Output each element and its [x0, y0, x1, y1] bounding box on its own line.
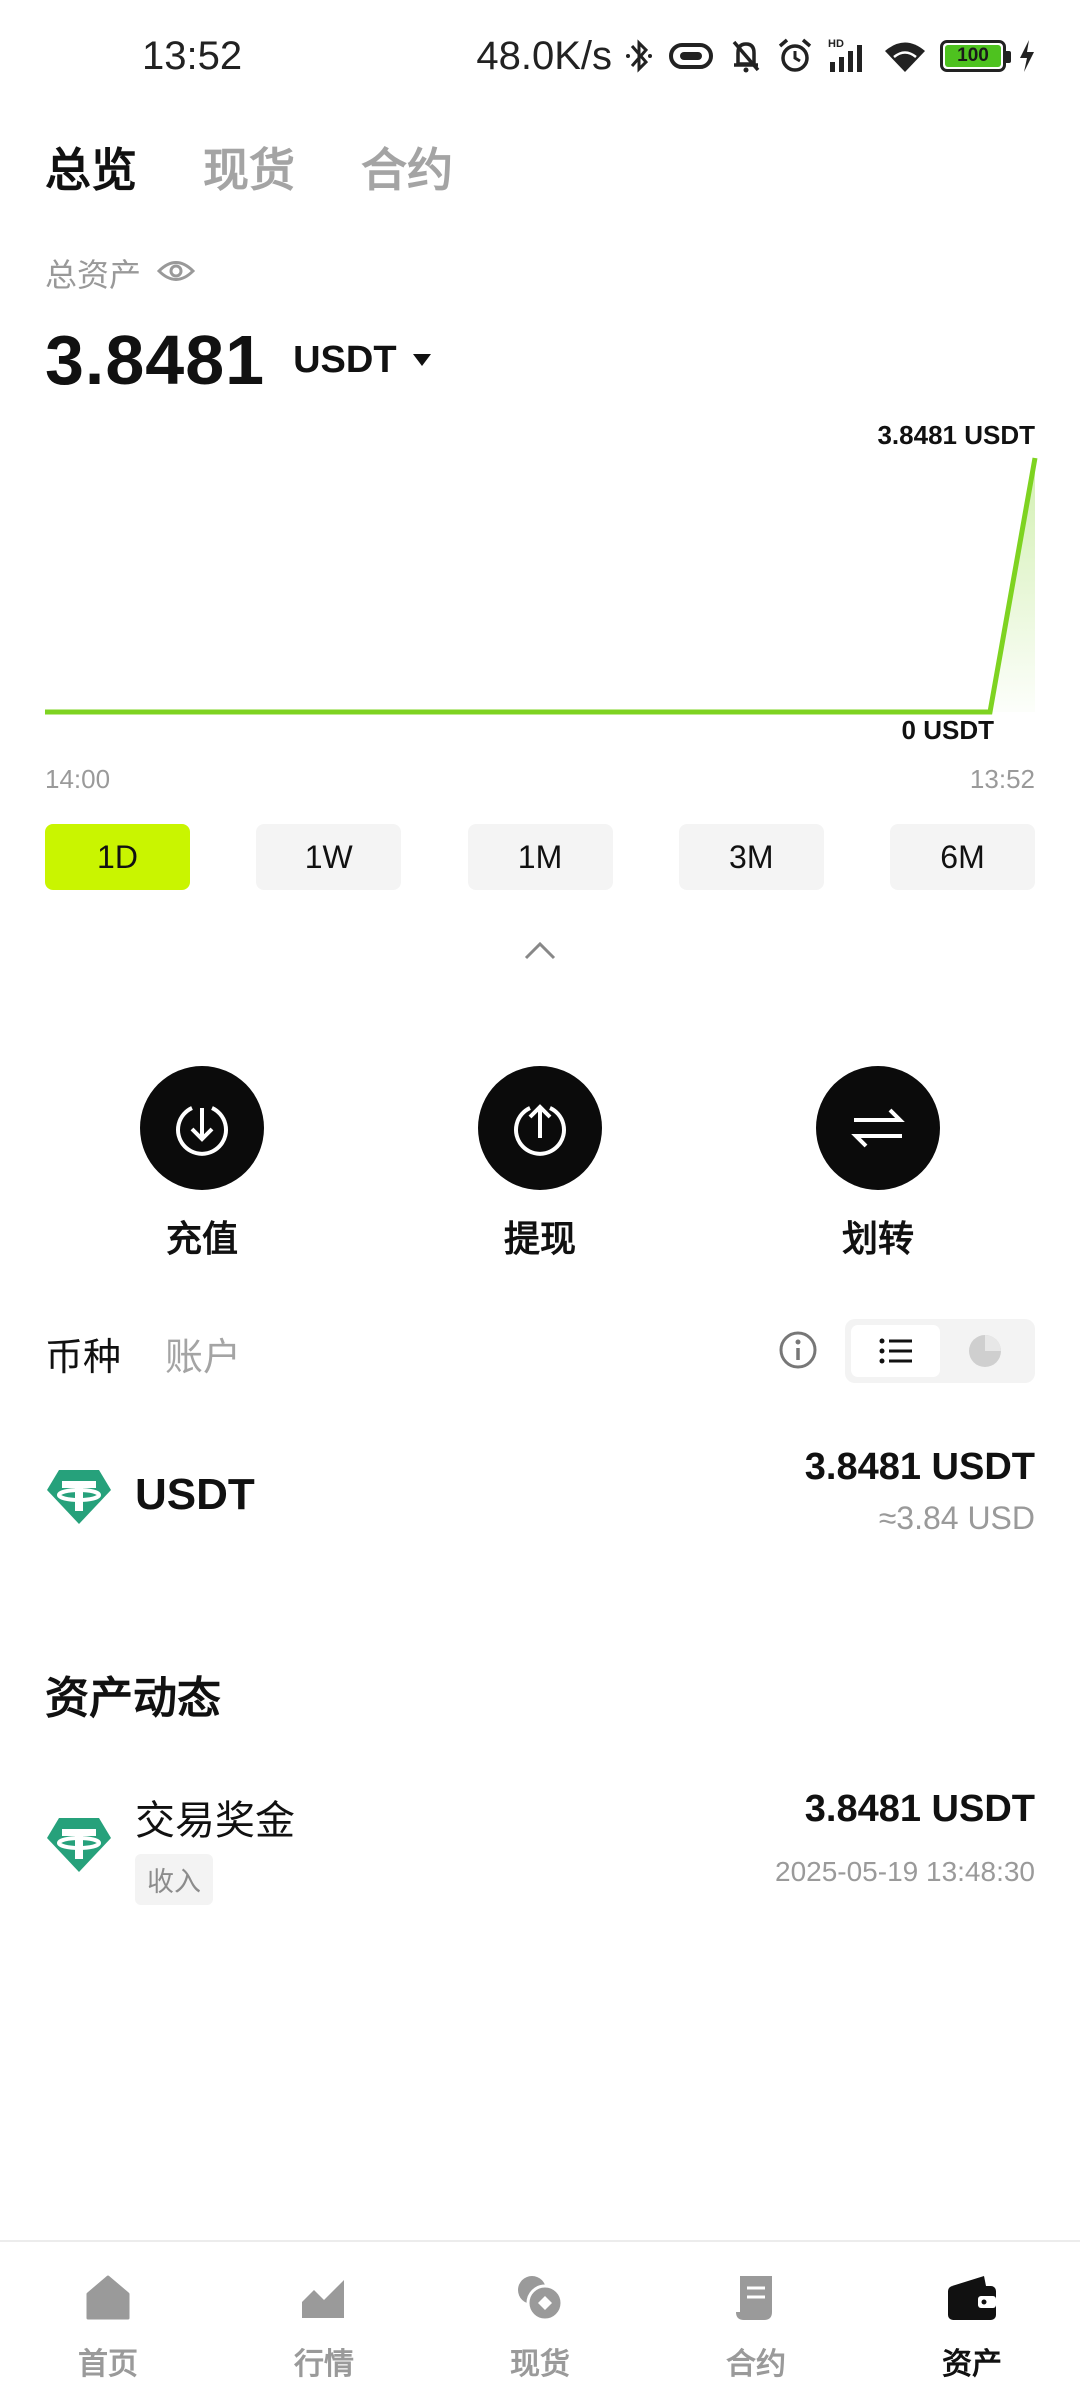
chevron-up-icon[interactable]	[520, 936, 560, 966]
deposit-icon	[140, 1066, 264, 1190]
asset-chart: 3.8481 USDT 0 USDT 14:00 13:52	[0, 410, 1080, 810]
currency-select[interactable]: USDT	[293, 339, 432, 382]
period-1w[interactable]: 1W	[256, 824, 402, 890]
nav-spot[interactable]: 现货	[432, 2242, 648, 2400]
info-icon[interactable]	[778, 1330, 818, 1375]
status-bar: 13:52 48.0K/s HD 100	[0, 0, 1080, 120]
chart-svg	[45, 457, 1038, 715]
activity-time: 2025-05-19 13:48:30	[775, 1856, 1035, 1887]
period-1m[interactable]: 1M	[467, 824, 613, 890]
signal-icon: HD	[826, 36, 870, 76]
status-time: 13:52	[142, 34, 243, 78]
total-assets-value: 3.8481	[45, 321, 266, 399]
transfer-button[interactable]: 划转	[778, 1066, 978, 1262]
transfer-label: 划转	[841, 1218, 914, 1259]
activity-title: 资产动态	[45, 1674, 221, 1723]
view-toggle	[845, 1319, 1035, 1383]
coin-amount: 3.8481 USDT	[804, 1446, 1035, 1488]
nav-spot-label: 现货	[510, 2348, 570, 2381]
home-icon	[82, 2272, 134, 2329]
bottom-nav: 首页 行情 现货 合约 资产	[0, 2240, 1080, 2400]
pie-view-icon[interactable]	[940, 1325, 1029, 1377]
caret-down-icon	[412, 354, 431, 366]
activity-name: 交易奖金	[135, 1799, 295, 1843]
total-assets-label: 总资产	[45, 257, 142, 293]
vibrate-icon	[666, 36, 716, 76]
deposit-button[interactable]: 充值	[102, 1066, 302, 1262]
activity-item[interactable]: 交易奖金 收入 3.8481 USDT 2025-05-19 13:48:30	[45, 1788, 1035, 1908]
activity-badge: 收入	[135, 1854, 213, 1905]
chart-x-start: 14:00	[45, 764, 111, 794]
chart-area	[45, 458, 1035, 712]
battery-level: 100	[945, 45, 1001, 67]
withdraw-icon	[478, 1066, 602, 1190]
svg-text:HD: HD	[828, 38, 844, 50]
mute-icon	[728, 36, 764, 76]
chart-max-label: 3.8481 USDT	[877, 420, 1035, 450]
coin-usd-value: ≈3.84 USD	[878, 1500, 1035, 1536]
withdraw-button[interactable]: 提现	[440, 1066, 640, 1262]
tab-accounts[interactable]: 账户	[165, 1326, 241, 1381]
status-right: 48.0K/s HD 100	[476, 30, 1036, 82]
activity-amount: 3.8481 USDT	[804, 1788, 1035, 1830]
nav-home[interactable]: 首页	[0, 2242, 216, 2400]
period-selector: 1D 1W 1M 3M 6M	[45, 824, 1035, 890]
tether-icon	[45, 1468, 113, 1531]
list-view-icon[interactable]	[851, 1325, 940, 1377]
tab-spot[interactable]: 现货	[203, 134, 295, 200]
bluetooth-icon	[624, 36, 654, 76]
tab-contract[interactable]: 合约	[361, 134, 453, 200]
charging-icon	[1018, 38, 1036, 74]
contract-icon	[730, 2272, 782, 2329]
withdraw-label: 提现	[503, 1218, 576, 1259]
period-1d[interactable]: 1D	[45, 824, 190, 890]
chart-x-end: 13:52	[969, 764, 1035, 794]
holdings-tabs: 币种 账户	[45, 1326, 241, 1381]
tab-coins[interactable]: 币种	[45, 1326, 121, 1381]
tether-icon	[45, 1816, 113, 1879]
eye-icon[interactable]	[156, 256, 196, 291]
wifi-icon	[882, 36, 928, 76]
battery-icon: 100	[940, 40, 1011, 72]
total-assets-header: 总资产	[45, 250, 196, 296]
period-6m[interactable]: 6M	[890, 824, 1035, 890]
spot-icon	[514, 2272, 566, 2329]
alarm-icon	[776, 36, 814, 76]
chart-min-label: 0 USDT	[901, 715, 994, 745]
period-3m[interactable]: 3M	[678, 824, 824, 890]
nav-assets[interactable]: 资产	[864, 2242, 1080, 2400]
net-speed: 48.0K/s	[476, 33, 612, 78]
nav-contract-label: 合约	[726, 2348, 786, 2381]
deposit-label: 充值	[165, 1218, 238, 1259]
market-icon	[298, 2272, 350, 2329]
wallet-icon	[944, 2272, 1000, 2329]
chart-line	[45, 457, 1038, 715]
coin-row-usdt[interactable]: USDT 3.8481 USDT ≈3.84 USD	[45, 1446, 1035, 1546]
nav-market-label: 行情	[294, 2348, 354, 2381]
nav-market[interactable]: 行情	[216, 2242, 432, 2400]
nav-assets-label: 资产	[942, 2348, 1002, 2381]
top-tabs: 总览 现货 合约	[45, 134, 453, 200]
tab-overview[interactable]: 总览	[45, 134, 137, 200]
nav-contract[interactable]: 合约	[648, 2242, 864, 2400]
transfer-icon	[816, 1066, 940, 1190]
total-assets-value-row: 3.8481 USDT	[45, 320, 433, 400]
currency-label: USDT	[293, 338, 397, 381]
coin-name: USDT	[135, 1470, 255, 1519]
nav-home-label: 首页	[78, 2348, 138, 2381]
